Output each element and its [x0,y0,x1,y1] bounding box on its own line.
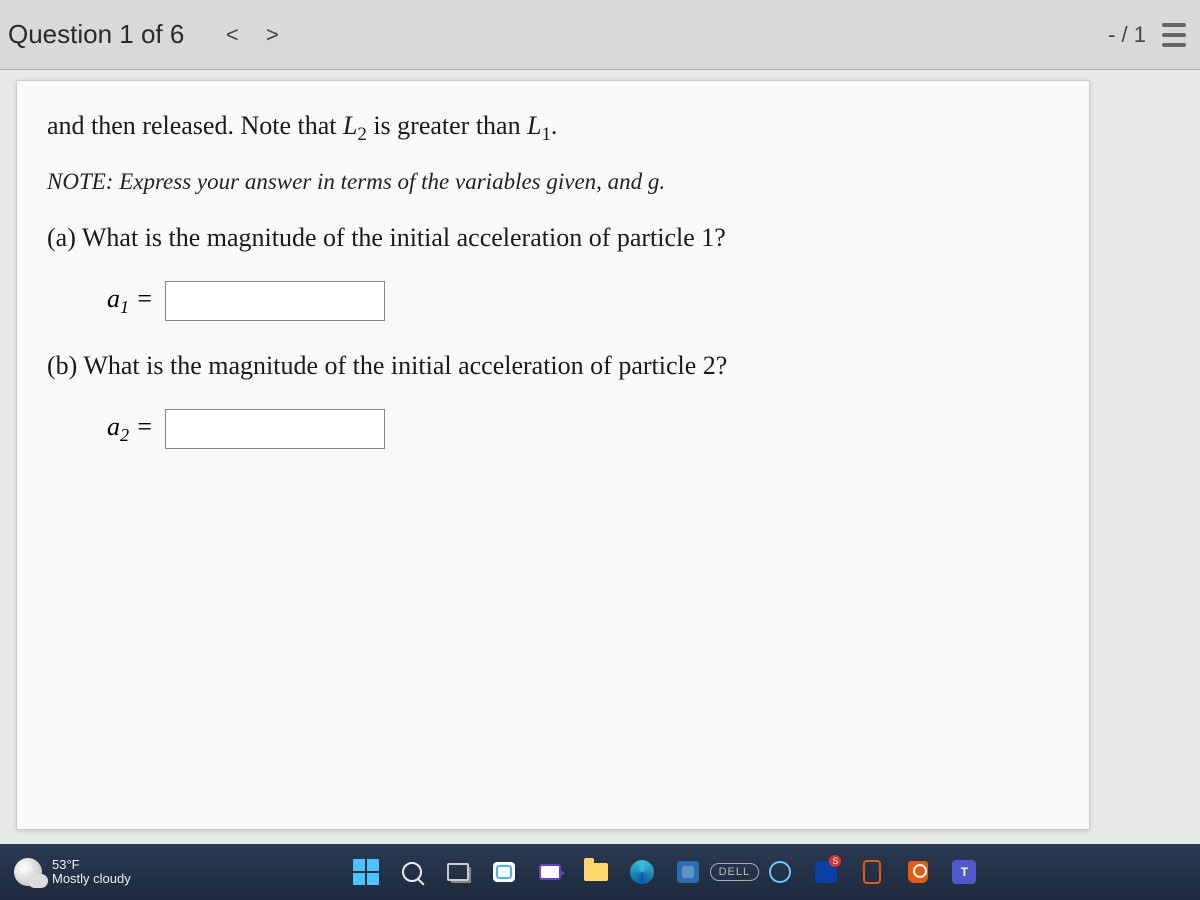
start-button[interactable] [351,857,381,887]
store-icon [677,861,699,883]
part-a-answer-row: a1 = [107,281,1059,321]
dell-icon: DELL [710,863,760,881]
part-a-input[interactable] [165,281,385,321]
teams-button[interactable] [949,857,979,887]
part-b-prompt: (b) What is the magnitude of the initial… [47,351,1059,381]
question-navbar: Question 1 of 6 < > - / 1 [0,0,1200,70]
chat-button[interactable] [489,857,519,887]
teams-icon [952,860,976,884]
weather-icon [14,858,42,886]
prev-question-button[interactable]: < [212,15,252,55]
folder-icon [584,863,608,881]
weather-cond: Mostly cloudy [52,872,131,886]
part-b-input[interactable] [165,409,385,449]
next-question-button[interactable]: > [252,15,292,55]
dell-button[interactable]: DELL [719,857,749,887]
part-b-answer-row: a2 = [107,409,1059,449]
windows-taskbar: 53°F Mostly cloudy DELL [0,844,1200,900]
cortana-icon [769,861,791,883]
chevron-left-icon: < [226,22,239,48]
cortana-button[interactable] [765,857,795,887]
shield-icon [908,861,928,883]
camera-app-button[interactable] [535,857,565,887]
edge-button[interactable] [627,857,657,887]
chevron-right-icon: > [266,22,279,48]
question-body: and then released. Note that L2 is great… [16,80,1090,830]
task-view-button[interactable] [443,857,473,887]
part-b-var-label: a2 = [107,412,153,446]
question-counter: Question 1 of 6 [8,19,184,50]
camera-icon [539,864,561,880]
chat-icon [493,862,515,882]
store-button[interactable] [673,857,703,887]
office-icon [863,860,881,884]
menu-icon[interactable] [1162,23,1186,47]
task-view-icon [447,863,469,881]
explorer-button[interactable] [581,857,611,887]
edge-icon [630,860,654,884]
security-button[interactable] [903,857,933,887]
weather-temp: 53°F [52,858,131,872]
note-text: NOTE: Express your answer in terms of th… [47,169,1059,195]
security-flag-button[interactable] [811,857,841,887]
weather-widget[interactable]: 53°F Mostly cloudy [14,858,131,887]
taskbar-center: DELL [351,857,979,887]
search-icon [402,862,422,882]
part-a-var-label: a1 = [107,284,153,318]
part-a-prompt: (a) What is the magnitude of the initial… [47,223,1059,253]
office-button[interactable] [857,857,887,887]
intro-text: and then released. Note that L2 is great… [47,106,1059,149]
search-button[interactable] [397,857,427,887]
flag-icon [815,861,837,883]
score-display: - / 1 [1108,22,1146,48]
